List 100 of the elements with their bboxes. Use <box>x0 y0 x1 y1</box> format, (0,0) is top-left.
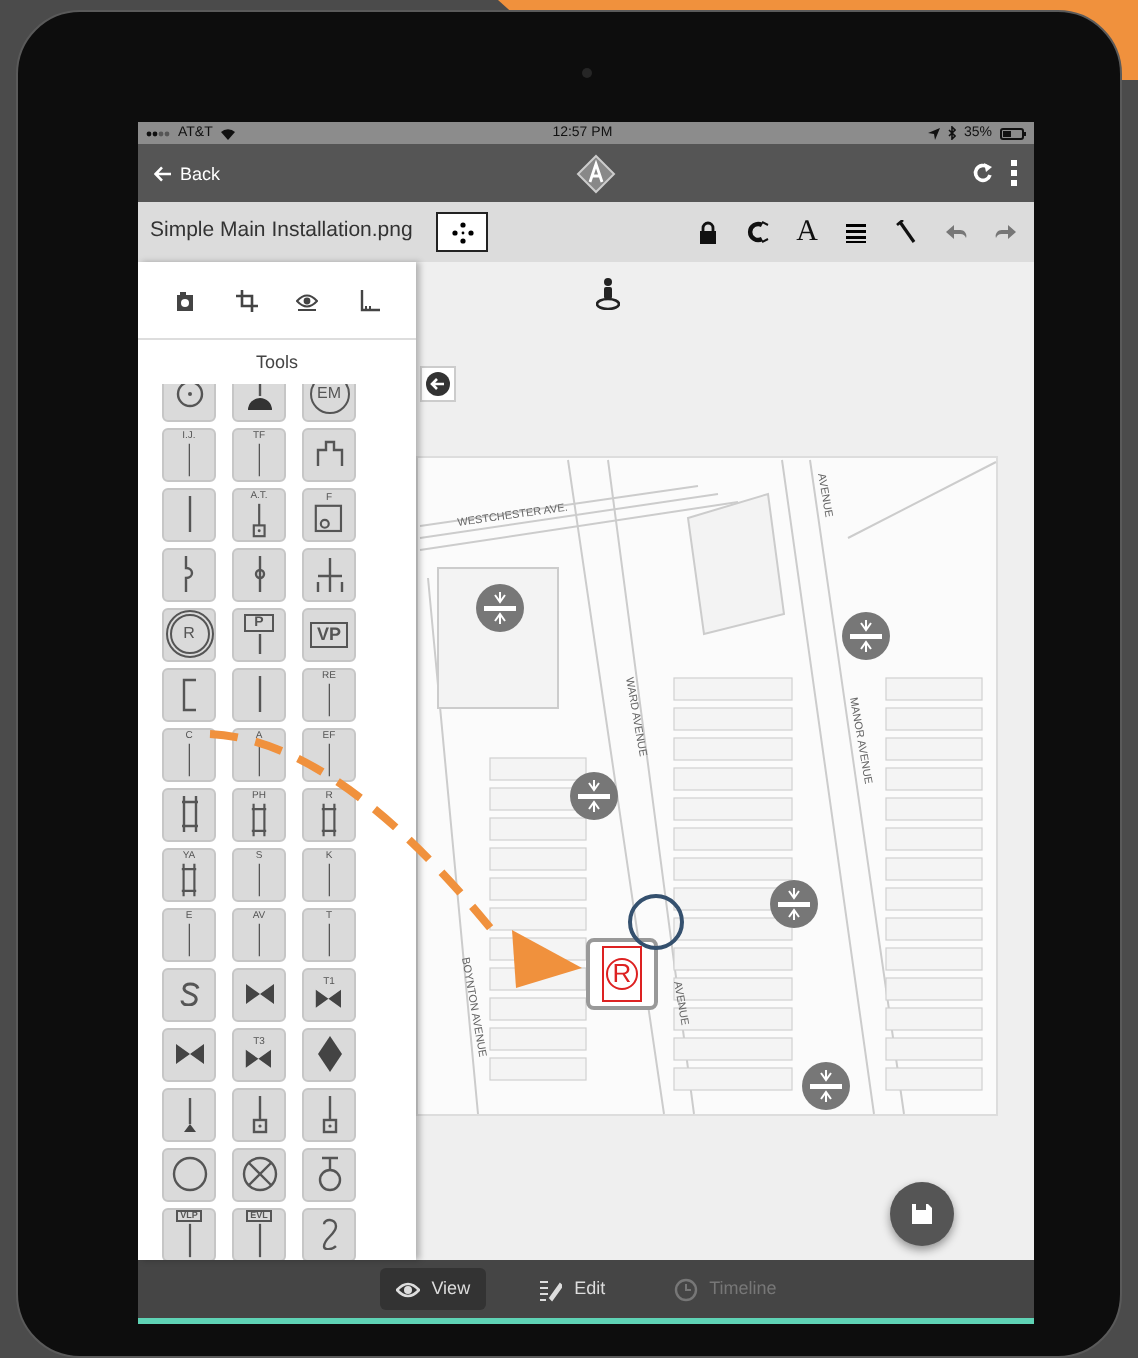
line-icon <box>187 921 191 957</box>
refresh-button[interactable] <box>971 162 994 184</box>
line-weight-icon <box>844 220 868 244</box>
tool-tile[interactable]: EM <box>302 383 356 421</box>
move-icon <box>451 221 474 243</box>
diamond-icon <box>315 1034 343 1074</box>
line-icon <box>187 741 191 777</box>
measure-button[interactable] <box>358 289 381 311</box>
tool-tile[interactable] <box>302 1087 356 1141</box>
tool-tile[interactable] <box>232 1087 286 1141</box>
crop-button[interactable] <box>235 289 258 311</box>
magnet-button[interactable] <box>746 220 771 244</box>
tool-tile[interactable] <box>232 1147 286 1201</box>
corner-ruler-icon <box>358 289 381 311</box>
circle-icon <box>171 1156 207 1192</box>
line-arrow-icon <box>181 1095 197 1133</box>
line-icon <box>257 674 261 714</box>
line-square-icon <box>251 501 267 537</box>
bracket-icon <box>181 677 197 711</box>
line-weight-button[interactable] <box>844 220 868 244</box>
circle-x-icon <box>241 1156 277 1192</box>
tool-tile[interactable] <box>232 383 286 421</box>
tool-tile[interactable]: R <box>162 607 216 661</box>
tool-tile[interactable] <box>302 547 356 601</box>
double-icon <box>180 861 198 897</box>
visibility-button[interactable] <box>296 289 319 311</box>
back-arrow-icon <box>426 372 450 396</box>
pen-icon <box>894 220 918 244</box>
loop-icon <box>321 1217 337 1251</box>
undo-icon <box>944 220 968 244</box>
move-tool-button[interactable] <box>436 212 489 252</box>
tool-tile[interactable] <box>302 1027 356 1081</box>
kebab-menu-icon <box>1009 160 1018 186</box>
valve-marker-icon[interactable] <box>476 584 524 632</box>
valve-marker-icon[interactable] <box>842 612 890 660</box>
curve-icon <box>179 981 199 1007</box>
pen-button[interactable] <box>894 220 918 244</box>
valve-marker-icon[interactable] <box>570 772 618 820</box>
line-node-icon <box>253 554 265 594</box>
back-arrow-icon <box>154 165 172 181</box>
tool-tile[interactable] <box>162 487 216 541</box>
valve-marker-icon[interactable] <box>770 880 818 928</box>
refresh-icon <box>971 162 994 184</box>
line-icon <box>327 861 331 897</box>
tool-tile[interactable] <box>232 667 286 721</box>
location-icon <box>927 127 940 139</box>
text-tool-button[interactable]: A <box>796 217 818 247</box>
cross-icon <box>315 555 343 593</box>
tool-tile[interactable] <box>162 1027 216 1081</box>
line-square-icon <box>251 1094 267 1134</box>
line-icon <box>187 441 191 477</box>
line-icon <box>257 1222 261 1259</box>
valve-marker-icon[interactable] <box>802 1062 850 1110</box>
line-icon <box>187 1222 191 1259</box>
line-icon <box>327 681 331 717</box>
tool-tile[interactable]: VP <box>302 607 356 661</box>
eye-icon <box>395 1277 420 1301</box>
wifi-icon <box>220 127 237 139</box>
save-icon <box>910 1202 934 1226</box>
panel-title: Tools <box>253 350 300 376</box>
bottom-tab[interactable]: View <box>379 1267 487 1311</box>
line-icon <box>257 861 261 897</box>
camera-button[interactable] <box>173 289 196 311</box>
clock-icon <box>673 1277 698 1301</box>
collapse-panel-button[interactable] <box>420 366 456 402</box>
tool-tile[interactable] <box>302 1207 356 1260</box>
crop-icon <box>235 289 258 311</box>
double-icon <box>320 801 338 837</box>
bottom-tab[interactable]: Edit <box>522 1267 622 1311</box>
selection-ring <box>628 894 684 950</box>
person-pin-icon[interactable] <box>596 278 620 310</box>
camera-icon <box>173 289 196 311</box>
tool-tile[interactable] <box>162 383 216 421</box>
line-square-icon <box>321 1094 337 1134</box>
line-icon <box>257 741 261 777</box>
tool-tile[interactable] <box>162 667 216 721</box>
tool-tile[interactable] <box>162 1087 216 1141</box>
eye-icon <box>296 289 319 311</box>
back-button[interactable]: Back <box>154 165 221 181</box>
top-bracket-icon <box>315 440 343 468</box>
line-icon <box>327 741 331 777</box>
save-button[interactable] <box>890 1182 954 1246</box>
redo-button[interactable] <box>994 220 1018 244</box>
placed-symbol[interactable]: R <box>586 938 658 1010</box>
tool-tile[interactable] <box>162 967 216 1021</box>
lock-button[interactable] <box>696 220 721 244</box>
menu-button[interactable] <box>1009 160 1018 186</box>
bluetooth-icon <box>947 126 956 140</box>
tool-tile[interactable] <box>302 427 356 481</box>
tool-tile[interactable] <box>232 967 286 1021</box>
tool-tile[interactable] <box>162 787 216 841</box>
camera-dot <box>582 68 592 78</box>
tool-tile[interactable] <box>232 547 286 601</box>
redo-icon <box>994 220 1018 244</box>
undo-button[interactable] <box>944 220 968 244</box>
tool-tile[interactable] <box>162 547 216 601</box>
tool-tile[interactable] <box>302 1147 356 1201</box>
battery-icon <box>999 127 1026 139</box>
tool-tile[interactable] <box>162 1147 216 1201</box>
double-icon <box>179 794 199 834</box>
